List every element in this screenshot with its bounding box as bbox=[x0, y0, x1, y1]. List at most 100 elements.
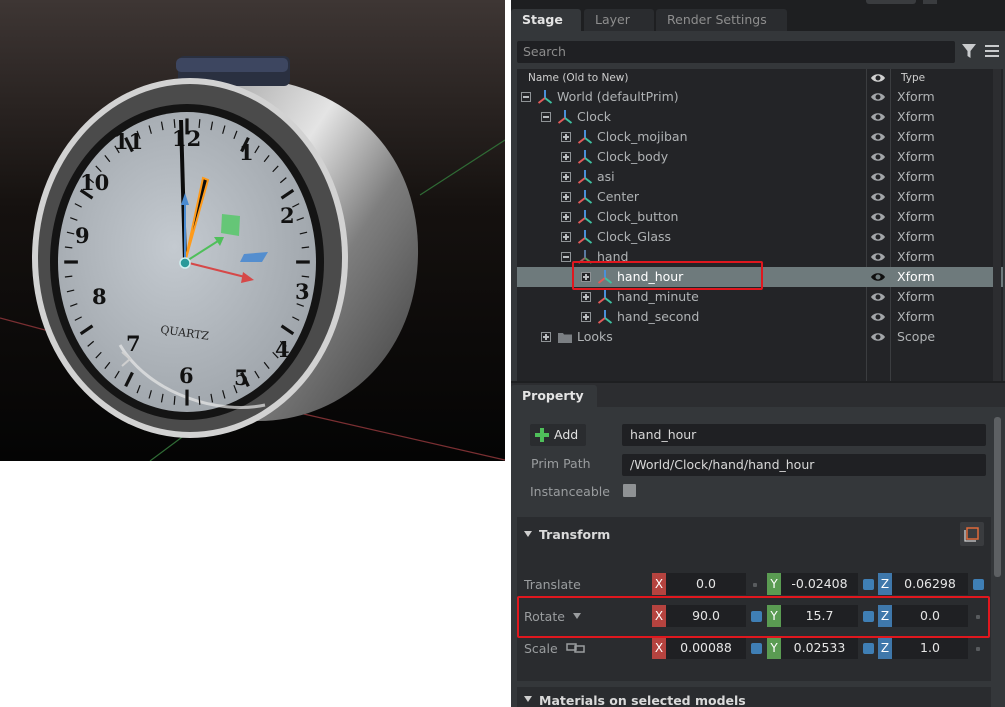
tree-row-type: Xform bbox=[897, 289, 935, 304]
tree-row-type: Xform bbox=[897, 129, 935, 144]
tree-row-label: Center bbox=[597, 189, 640, 204]
xform-icon bbox=[577, 230, 593, 244]
tree-row-label: Looks bbox=[577, 329, 613, 344]
visibility-eye-icon[interactable] bbox=[870, 251, 886, 263]
tree-row-world-defaultprim[interactable]: World (defaultPrim) Xform bbox=[517, 87, 1003, 107]
tree-row-center[interactable]: Center Xform bbox=[517, 187, 1003, 207]
expand-icon[interactable] bbox=[581, 312, 591, 322]
visibility-eye-icon[interactable] bbox=[870, 191, 886, 203]
collapse-icon[interactable] bbox=[521, 92, 531, 102]
expand-icon[interactable] bbox=[561, 192, 571, 202]
expand-icon[interactable] bbox=[581, 292, 591, 302]
tree-scrollbar[interactable] bbox=[993, 69, 1001, 381]
expand-icon[interactable] bbox=[561, 172, 571, 182]
visibility-eye-icon[interactable] bbox=[870, 311, 886, 323]
translate-z-key[interactable] bbox=[973, 579, 984, 590]
stage-panel: Search Name (Old to New) Type World (def… bbox=[511, 31, 1005, 381]
tree-row-clock-body[interactable]: Clock_body Xform bbox=[517, 147, 1003, 167]
scale-y-key[interactable] bbox=[863, 643, 874, 654]
visibility-eye-icon[interactable] bbox=[870, 211, 886, 223]
collapse-icon[interactable] bbox=[561, 252, 571, 262]
visibility-eye-icon[interactable] bbox=[870, 131, 886, 143]
numeral-5: 5 bbox=[234, 365, 249, 390]
collapse-triangle-icon[interactable] bbox=[524, 531, 532, 537]
viewport-scene[interactable]: 12 1 2 3 4 5 6 7 8 9 10 11 QUARTZ bbox=[0, 0, 505, 461]
tree-row-label: World (defaultPrim) bbox=[557, 89, 679, 104]
tab-property[interactable]: Property bbox=[511, 385, 597, 407]
translate-z-field[interactable]: 0.06298 bbox=[892, 573, 968, 595]
expand-icon[interactable] bbox=[561, 212, 571, 222]
visibility-eye-icon[interactable] bbox=[870, 151, 886, 163]
expand-icon[interactable] bbox=[541, 332, 551, 342]
menu-icon[interactable] bbox=[985, 44, 999, 58]
translate-y-field[interactable]: -0.02408 bbox=[781, 573, 858, 595]
tree-row-type: Xform bbox=[897, 269, 935, 284]
tree-row-type: Xform bbox=[897, 189, 935, 204]
link-icon[interactable] bbox=[565, 643, 586, 653]
prim-name-field[interactable]: hand_hour bbox=[622, 424, 986, 446]
xform-icon bbox=[577, 210, 593, 224]
translate-x-field[interactable]: 0.0 bbox=[666, 573, 746, 595]
add-button[interactable]: Add bbox=[530, 424, 586, 446]
tree-row-type: Xform bbox=[897, 309, 935, 324]
scale-y-field[interactable]: 0.02533 bbox=[781, 637, 858, 659]
visibility-eye-icon[interactable] bbox=[870, 291, 886, 303]
tree-row-clock-glass[interactable]: Clock_Glass Xform bbox=[517, 227, 1003, 247]
numeral-1: 1 bbox=[239, 140, 254, 165]
scale-z-field[interactable]: 1.0 bbox=[892, 637, 968, 659]
collapse-triangle-icon[interactable] bbox=[524, 696, 532, 702]
clock-tick bbox=[173, 396, 176, 405]
viewport[interactable]: 12 1 2 3 4 5 6 7 8 9 10 11 QUARTZ bbox=[0, 0, 505, 461]
tree-row-clock[interactable]: Clock Xform bbox=[517, 107, 1003, 127]
visibility-eye-icon[interactable] bbox=[870, 231, 886, 243]
property-tabbar: Property bbox=[511, 383, 1005, 407]
instanceable-checkbox[interactable] bbox=[623, 484, 636, 497]
gizmo-plane-handle[interactable] bbox=[221, 214, 240, 236]
tree-row-hand-second[interactable]: hand_second Xform bbox=[517, 307, 1003, 327]
gizmo-center[interactable] bbox=[179, 257, 191, 269]
filter-icon[interactable] bbox=[962, 43, 976, 59]
visibility-eye-icon[interactable] bbox=[870, 171, 886, 183]
translate-y-key[interactable] bbox=[863, 579, 874, 590]
property-scrollbar[interactable] bbox=[994, 417, 1001, 577]
scale-x-field[interactable]: 0.00088 bbox=[666, 637, 746, 659]
tree-row-label: Clock_button bbox=[597, 209, 679, 224]
materials-section: Materials on selected models bbox=[517, 687, 991, 707]
tree-row-asi[interactable]: asi Xform bbox=[517, 167, 1003, 187]
expand-icon[interactable] bbox=[561, 132, 571, 142]
transform-options-icon bbox=[964, 527, 979, 542]
transform-section-title[interactable]: Transform bbox=[539, 527, 610, 542]
transform-options-button[interactable] bbox=[960, 522, 984, 546]
visibility-header-eye-icon[interactable] bbox=[870, 72, 886, 84]
tab-stage[interactable]: Stage bbox=[511, 9, 581, 31]
scale-z-key[interactable] bbox=[976, 647, 980, 651]
xform-icon bbox=[597, 290, 613, 304]
visibility-eye-icon[interactable] bbox=[870, 271, 886, 283]
search-input[interactable]: Search bbox=[517, 41, 955, 63]
tab-render-settings[interactable]: Render Settings bbox=[656, 9, 787, 31]
numeral-7: 7 bbox=[126, 331, 141, 356]
visibility-eye-icon[interactable] bbox=[870, 331, 886, 343]
xform-icon bbox=[577, 130, 593, 144]
tree-row-hand-minute[interactable]: hand_minute Xform bbox=[517, 287, 1003, 307]
tree-row-clock-mojiban[interactable]: Clock_mojiban Xform bbox=[517, 127, 1003, 147]
visibility-eye-icon[interactable] bbox=[870, 111, 886, 123]
tree-row-looks[interactable]: Looks Scope bbox=[517, 327, 1003, 347]
tree-row-label: Clock_Glass bbox=[597, 229, 672, 244]
prim-path-field[interactable]: /World/Clock/hand/hand_hour bbox=[622, 454, 986, 476]
expand-icon[interactable] bbox=[561, 232, 571, 242]
visibility-eye-icon[interactable] bbox=[870, 91, 886, 103]
expand-icon[interactable] bbox=[561, 152, 571, 162]
tree-row-clock-button[interactable]: Clock_button Xform bbox=[517, 207, 1003, 227]
collapse-icon[interactable] bbox=[541, 112, 551, 122]
tab-layer[interactable]: Layer bbox=[584, 9, 654, 31]
xform-icon bbox=[557, 110, 573, 124]
column-header-type[interactable]: Type bbox=[901, 69, 925, 87]
stage-tree: Name (Old to New) Type World (defaultPri… bbox=[517, 69, 1003, 381]
translate-x-key[interactable] bbox=[753, 583, 757, 587]
column-header-name[interactable]: Name (Old to New) bbox=[528, 69, 628, 87]
xform-icon bbox=[577, 170, 593, 184]
scale-x-key[interactable] bbox=[751, 643, 762, 654]
tree-row-type: Xform bbox=[897, 149, 935, 164]
materials-section-title[interactable]: Materials on selected models bbox=[539, 693, 746, 707]
